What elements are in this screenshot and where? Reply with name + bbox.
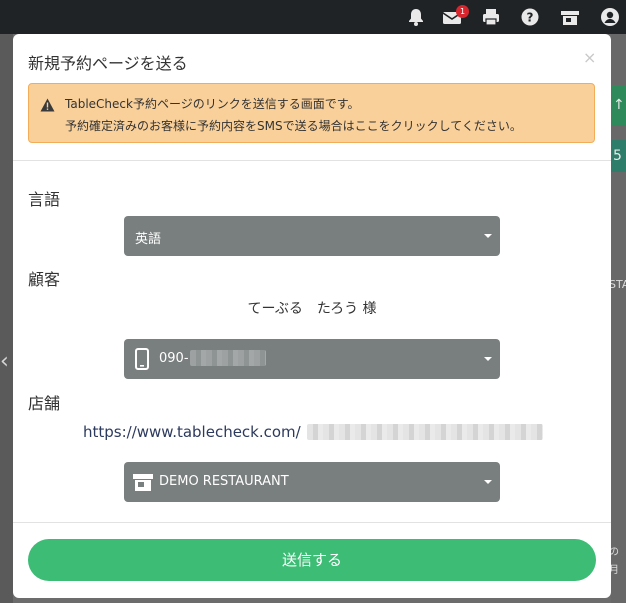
background-partial-text: STA — [609, 278, 626, 291]
store-icon — [133, 474, 153, 491]
customer-name: てーぶる たろう 様 — [247, 301, 377, 317]
store-selected-value: DEMO RESTAURANT — [159, 474, 289, 489]
send-button[interactable]: 送信する — [28, 539, 596, 581]
modal-title: 新規予約ページを送る — [28, 54, 188, 73]
top-navigation-bar: 1 ? — [0, 0, 626, 34]
background-page-left: ‹ — [0, 34, 13, 603]
store-select[interactable]: DEMO RESTAURANT — [124, 462, 500, 502]
caret-down-icon — [484, 357, 492, 361]
svg-text:?: ? — [527, 11, 534, 25]
background-green-button: ↑ — [611, 85, 626, 125]
background-green-badge: 5 — [611, 140, 626, 172]
header-divider — [13, 160, 611, 161]
warning-icon — [40, 98, 55, 112]
send-reservation-page-modal: 新規予約ページを送る × TableCheck予約ページのリンクを送信する画面で… — [13, 34, 611, 598]
mobile-phone-icon — [135, 348, 149, 370]
caret-down-icon — [484, 234, 492, 238]
mail-unread-badge: 1 — [456, 5, 469, 18]
alert-sms-link[interactable]: 予約確定済みのお客様に予約内容をSMSで送る場合はここをクリックしてください。 — [65, 117, 522, 134]
store-url: https://www.tablecheck.com/ — [83, 423, 301, 441]
alert-line-1: TableCheck予約ページのリンクを送信する画面です。 — [65, 97, 360, 111]
store-icon[interactable] — [559, 6, 581, 28]
customer-phone-select[interactable]: 090- — [124, 339, 500, 379]
help-icon[interactable]: ? — [519, 6, 541, 28]
bell-icon[interactable] — [405, 6, 427, 28]
language-select[interactable]: 英語 — [124, 216, 500, 256]
footer-divider — [13, 522, 611, 523]
language-selected-value: 英語 — [135, 232, 162, 247]
caret-down-icon — [484, 480, 492, 484]
customer-label: 顧客 — [28, 270, 61, 289]
store-label: 店舗 — [28, 394, 61, 413]
user-icon[interactable] — [599, 6, 621, 28]
language-label: 言語 — [28, 190, 61, 209]
phone-prefix: 090- — [159, 351, 189, 366]
chevron-left-icon[interactable]: ‹ — [0, 349, 9, 374]
print-icon[interactable] — [480, 6, 502, 28]
info-alert[interactable]: TableCheck予約ページのリンクを送信する画面です。 予約確定済みのお客様… — [28, 83, 595, 143]
close-icon[interactable]: × — [583, 48, 596, 67]
redacted-phone-number — [190, 350, 266, 366]
redacted-url-path — [307, 424, 543, 440]
